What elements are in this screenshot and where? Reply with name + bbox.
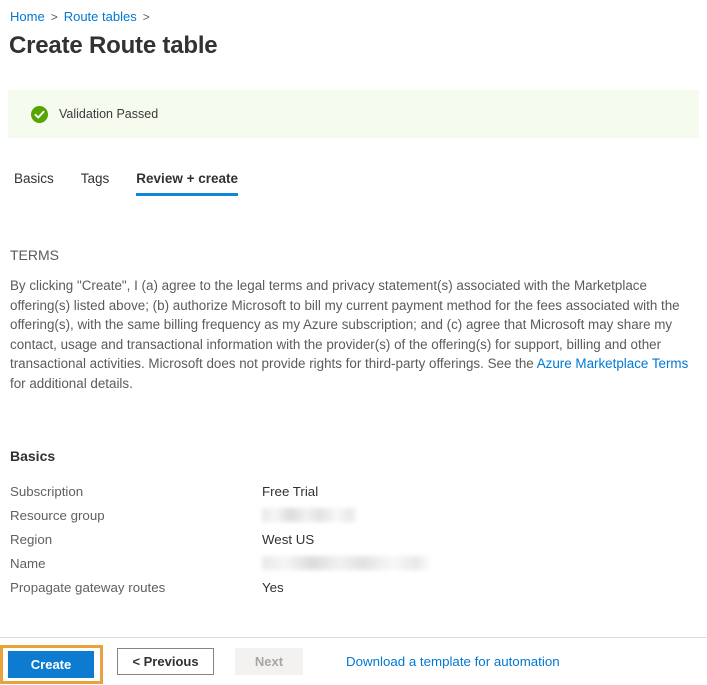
field-row-subscription: Subscription Free Trial [10,479,707,503]
redacted-value [262,508,358,522]
basics-summary-fields: Subscription Free Trial Resource group R… [10,479,707,599]
tab-review-create[interactable]: Review + create [136,171,238,196]
previous-button[interactable]: < Previous [117,648,214,675]
basics-section-heading: Basics [10,448,707,464]
terms-text-after-link: for additional details. [10,376,133,391]
field-row-resource-group: Resource group [10,503,707,527]
field-label: Resource group [10,508,262,523]
redacted-value [262,556,430,570]
field-value: Free Trial [262,484,318,499]
field-value: Yes [262,580,284,595]
breadcrumb-separator: > [51,10,58,24]
tab-bar: Basics Tags Review + create [14,171,707,196]
download-template-link[interactable]: Download a template for automation [346,654,560,669]
field-row-propagate-gateway-routes: Propagate gateway routes Yes [10,575,707,599]
footer-action-bar: Create < Previous Next Download a templa… [0,637,707,685]
checkmark-circle-icon [31,106,48,123]
azure-marketplace-terms-link[interactable]: Azure Marketplace Terms [537,356,689,371]
field-label: Propagate gateway routes [10,580,262,595]
field-row-name: Name [10,551,707,575]
field-row-region: Region West US [10,527,707,551]
breadcrumb-separator: > [143,10,150,24]
validation-banner-text: Validation Passed [59,107,158,121]
field-label: Name [10,556,262,571]
page-title: Create Route table [9,32,707,60]
terms-heading: TERMS [10,247,707,263]
breadcrumb-link-home[interactable]: Home [10,9,45,24]
create-button[interactable]: Create [8,651,94,678]
annotation-highlight-box: Create [0,645,103,684]
field-label: Subscription [10,484,262,499]
field-value: West US [262,532,314,547]
breadcrumb: Home > Route tables > [0,0,707,24]
tab-tags[interactable]: Tags [81,171,110,196]
terms-text: By clicking "Create", I (a) agree to the… [10,276,697,393]
field-label: Region [10,532,262,547]
next-button[interactable]: Next [235,648,303,675]
tab-basics[interactable]: Basics [14,171,54,196]
validation-banner: Validation Passed [8,90,699,138]
breadcrumb-link-route-tables[interactable]: Route tables [64,9,137,24]
